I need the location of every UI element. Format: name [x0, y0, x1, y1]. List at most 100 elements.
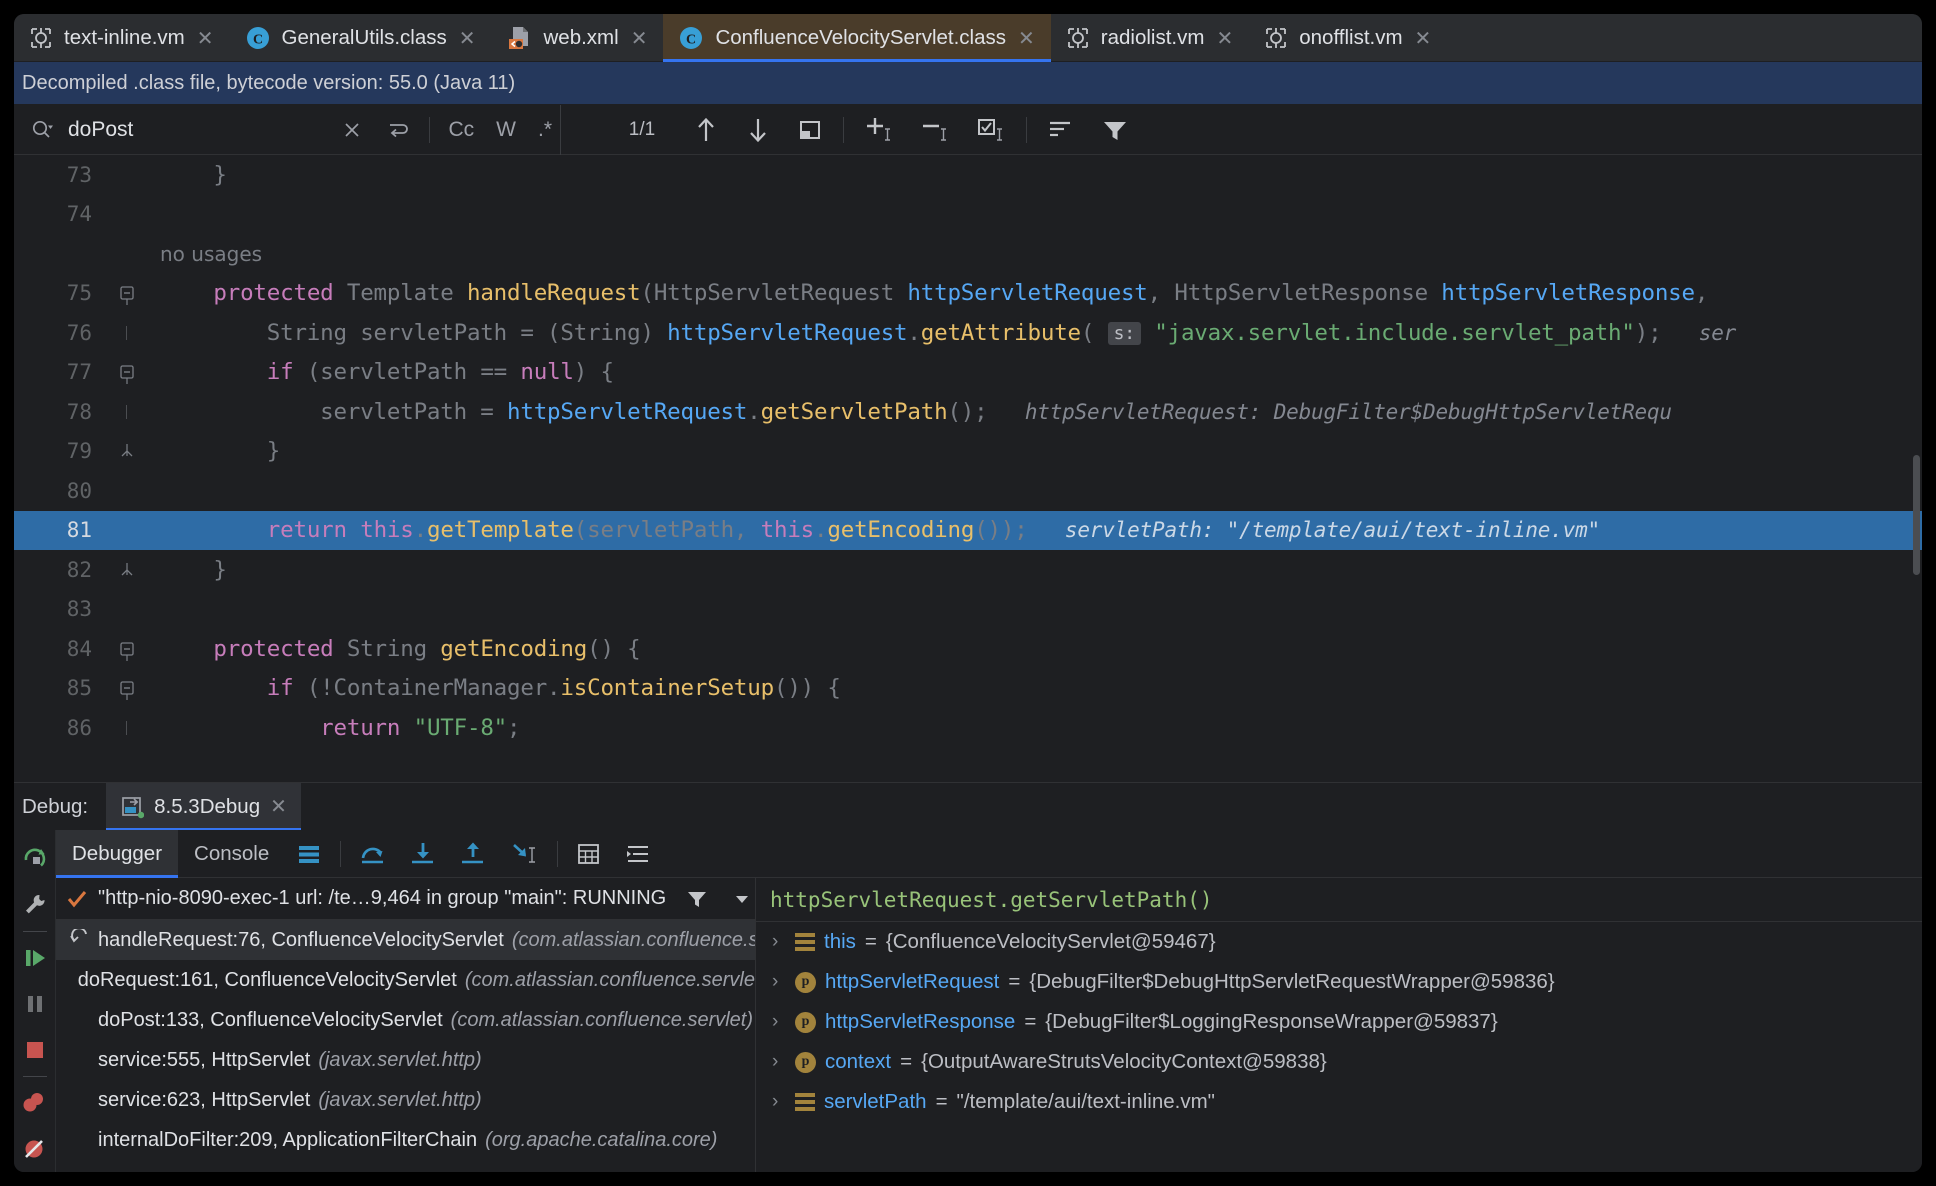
close-icon[interactable]: ✕: [1415, 28, 1432, 48]
variable-row[interactable]: › servletPath = "/template/aui/text-inline.…: [756, 1082, 1922, 1122]
line-number: 82: [66, 557, 92, 582]
stack-frame-row[interactable]: doPost:133, ConfluenceVelocityServlet (co…: [56, 1000, 755, 1040]
code-line[interactable]: 77 if (servletPath == null) {: [14, 353, 1922, 393]
variables-list[interactable]: › this = {ConfluenceVelocityServlet@59467} ›…: [756, 922, 1922, 1122]
chevron-down-icon[interactable]: [728, 889, 755, 909]
variables-panel[interactable]: httpServletRequest.getServletPath() › thi…: [756, 878, 1922, 1172]
select-all-occurrences-icon[interactable]: [966, 116, 1016, 144]
stack-frame-row[interactable]: doRequest:161, ConfluenceVelocityServlet…: [56, 960, 755, 1000]
fold-collapse-icon[interactable]: [119, 286, 134, 306]
code-lines[interactable]: 73 } 74 0 no usages 75 protected Template ha…: [14, 155, 1922, 782]
editor-tab-label: onofflist.vm: [1299, 26, 1403, 49]
code-line[interactable]: 0 no usages: [14, 234, 1922, 274]
filter-icon[interactable]: [676, 888, 718, 910]
remove-selection-icon[interactable]: [910, 116, 960, 144]
expand-chevron-icon[interactable]: ›: [772, 1091, 786, 1113]
stack-frame-row[interactable]: service:555, HttpServlet (javax.servlet.h…: [56, 1040, 755, 1080]
fold-collapse-icon[interactable]: [119, 642, 134, 661]
arrow-up-icon[interactable]: [683, 116, 729, 144]
tab-console[interactable]: Console: [178, 830, 285, 878]
thread-selector[interactable]: "http-nio-8090-exec-1 url: /te…9,464 in …: [56, 878, 755, 920]
editor-tab-onofflist-vm[interactable]: onofflist.vm ✕: [1249, 14, 1447, 62]
step-over-icon[interactable]: [348, 841, 398, 867]
threads-and-variables-icon[interactable]: [613, 842, 663, 866]
fold-end-icon[interactable]: [119, 562, 133, 577]
frames-panel[interactable]: "http-nio-8090-exec-1 url: /te…9,464 in …: [56, 878, 756, 1172]
evaluate-expression-icon[interactable]: [565, 842, 613, 866]
close-icon[interactable]: ✕: [270, 794, 287, 819]
close-icon[interactable]: ✕: [1018, 28, 1035, 48]
code-line[interactable]: 84 protected String getEncoding() {: [14, 629, 1922, 669]
variable-name: context: [825, 1050, 892, 1073]
debug-session-tab[interactable]: 8.5.3Debug ✕: [106, 782, 301, 831]
stack-frame-row[interactable]: handleRequest:76, ConfluenceVelocityServ…: [56, 920, 755, 960]
close-icon[interactable]: ✕: [1216, 28, 1233, 48]
code-line[interactable]: 75 protected Template handleRequest(Http…: [14, 274, 1922, 314]
step-out-icon[interactable]: [448, 841, 498, 867]
mute-breakpoints-icon[interactable]: [14, 1126, 56, 1172]
filter-icon[interactable]: [1091, 117, 1139, 143]
editor-tab-radiolist-vm[interactable]: radiolist.vm ✕: [1051, 14, 1249, 62]
fold-collapse-icon[interactable]: [119, 681, 134, 701]
resume-program-icon[interactable]: [14, 935, 56, 981]
view-breakpoints-icon[interactable]: [14, 1080, 56, 1126]
code-line[interactable]: 73 }: [14, 155, 1922, 195]
code-line[interactable]: 78 servletPath = httpServletRequest.getS…: [14, 392, 1922, 432]
close-icon[interactable]: ✕: [459, 28, 476, 48]
editor-tab-web-xml[interactable]: web.xml ✕: [492, 14, 664, 62]
step-into-icon[interactable]: [398, 841, 448, 867]
stack-frame-list[interactable]: handleRequest:76, ConfluenceVelocityServ…: [56, 920, 755, 1160]
code-line[interactable]: 86 return "UTF-8";: [14, 708, 1922, 748]
code-line[interactable]: 85 if (!ContainerManager.isContainerSetu…: [14, 669, 1922, 709]
search-icon[interactable]: [30, 118, 54, 142]
code-line[interactable]: 80: [14, 471, 1922, 511]
editor-tab-text-inline-vm[interactable]: text-inline.vm ✕: [14, 14, 230, 62]
code-line[interactable]: 74: [14, 195, 1922, 235]
expand-chevron-icon[interactable]: ›: [772, 1051, 786, 1073]
open-in-editor-icon[interactable]: [787, 117, 833, 143]
code-line[interactable]: 82 }: [14, 550, 1922, 590]
variable-name: httpServletResponse: [825, 1010, 1016, 1033]
clear-search-icon[interactable]: [333, 120, 371, 140]
expand-chevron-icon[interactable]: ›: [772, 931, 786, 953]
rerun-icon[interactable]: [14, 836, 56, 882]
editor-scrollbar[interactable]: [1913, 455, 1920, 575]
code-line[interactable]: 83: [14, 590, 1922, 630]
code-line[interactable]: 76 String servletPath = (String) httpSer…: [14, 313, 1922, 353]
filter-lines-icon[interactable]: [1037, 117, 1085, 143]
match-case-toggle[interactable]: Cc: [440, 118, 482, 142]
regex-toggle[interactable]: .*: [530, 118, 560, 142]
stack-frame-row[interactable]: service:623, HttpServlet (javax.servlet.h…: [56, 1080, 755, 1120]
stack-frame-row[interactable]: internalDoFilter:209, ApplicationFilterC…: [56, 1120, 755, 1160]
arrow-down-icon[interactable]: [735, 116, 781, 144]
variable-row[interactable]: › p httpServletResponse = {DebugFilter$Loggi…: [756, 1002, 1922, 1042]
variable-row[interactable]: › p httpServletRequest = {DebugFilter$DebugH…: [756, 962, 1922, 1002]
whole-words-toggle[interactable]: W: [488, 118, 524, 142]
tab-debugger[interactable]: Debugger: [56, 829, 179, 878]
wrap-around-icon[interactable]: [377, 119, 419, 141]
inlay-usages-hint[interactable]: no usages: [160, 242, 262, 266]
fold-end-icon[interactable]: [119, 444, 133, 458]
editor-tab-generalutils-class[interactable]: C GeneralUtils.class ✕: [230, 14, 492, 62]
variable-row[interactable]: › this = {ConfluenceVelocityServlet@59467}: [756, 922, 1922, 962]
close-icon[interactable]: ✕: [631, 28, 648, 48]
stop-icon[interactable]: [14, 1027, 56, 1073]
variable-row[interactable]: › p context = {OutputAwareStrutsVelocityCont…: [756, 1042, 1922, 1082]
evaluate-expression-row[interactable]: httpServletRequest.getServletPath(): [756, 878, 1922, 922]
expand-chevron-icon[interactable]: ›: [772, 1011, 786, 1033]
expand-chevron-icon[interactable]: ›: [772, 971, 786, 993]
layout-settings-icon[interactable]: [285, 843, 333, 865]
search-input[interactable]: doPost: [68, 118, 327, 142]
variable-value: "/template/aui/text-inline.vm": [956, 1090, 1215, 1113]
pause-program-icon[interactable]: [14, 981, 56, 1027]
force-step-into-icon[interactable]: [498, 841, 550, 867]
add-selection-icon[interactable]: [854, 116, 904, 144]
fold-collapse-icon[interactable]: [119, 365, 134, 385]
code-editor[interactable]: 73 } 74 0 no usages 75 protected Template ha…: [14, 155, 1922, 782]
code-line-selected[interactable]: 81 return this.getTemplate(servletPath, …: [14, 510, 1922, 550]
close-icon[interactable]: ✕: [197, 28, 214, 48]
code-line[interactable]: 79 }: [14, 432, 1922, 472]
editor-tab-confluencevelocityservlet-class[interactable]: C ConfluenceVelocityServlet.class ✕: [663, 14, 1052, 62]
find-input-group[interactable]: doPost Cc W .*: [14, 104, 561, 155]
settings-wrench-icon[interactable]: [14, 882, 56, 928]
